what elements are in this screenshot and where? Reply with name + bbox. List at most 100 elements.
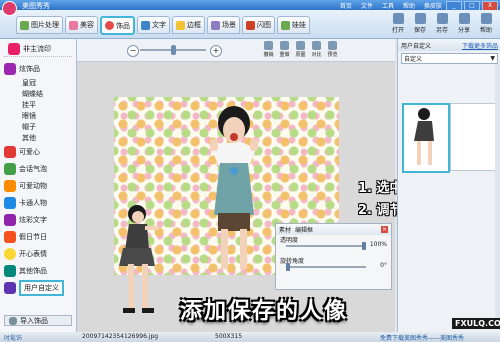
save-as-icon (436, 13, 448, 24)
edit-box-tab[interactable]: 编辑框 (295, 225, 313, 234)
rotation-slider[interactable] (286, 266, 366, 268)
image-icon (20, 20, 29, 30)
transparency-label: 透明度 (280, 237, 299, 244)
top-menu: 首页 文件 工具 帮助 换皮肤 (340, 1, 442, 10)
tab-accessories[interactable]: 饰品 (100, 16, 135, 35)
material-panel-tabs: 素材 编辑框 × (276, 224, 391, 235)
download-promo-link[interactable]: 免费下载美图秀秀——美图秀秀 (380, 333, 464, 342)
sidebar-sub-crown[interactable]: 皇冠 (0, 77, 76, 88)
compare-button[interactable]: 对比 (310, 41, 323, 58)
tab-scene[interactable]: 场景 (207, 16, 240, 34)
beauty-icon (69, 20, 78, 30)
share-button[interactable]: 分享 (456, 13, 472, 34)
file-tools: 打开 保存 另存 分享 帮助 (390, 13, 494, 34)
sidebar-sub-other[interactable]: 其他 (0, 132, 76, 143)
status-bar: 时髦饰 20097142354126996.jpg 500X315 免费下载美图… (0, 332, 500, 342)
open-button[interactable]: 打开 (390, 13, 406, 34)
zoom-slider-knob[interactable] (171, 45, 176, 55)
transparency-slider[interactable] (286, 245, 366, 247)
custom-category-value: 自定义 (404, 56, 423, 63)
sidebar-item-holiday[interactable]: 假日节日 (0, 228, 76, 245)
text-icon (141, 20, 150, 30)
save-as-button[interactable]: 另存 (434, 13, 450, 34)
zoom-in-button[interactable]: + (210, 45, 222, 57)
menu-home[interactable]: 首页 (340, 1, 352, 10)
zoom-out-button[interactable]: − (127, 45, 139, 57)
right-panel-title: 用户自定义 (401, 42, 432, 50)
sidebar-item-nonmainstream[interactable]: 非主流印 (4, 42, 72, 57)
sidebar-item-cool-accessories[interactable]: 炫饰品 (0, 60, 76, 77)
undo-button[interactable]: 撤销 (262, 41, 275, 58)
transparency-row: 透明度 100% (276, 235, 391, 250)
sidebar-sub-pendant[interactable]: 挂平 (0, 99, 76, 110)
heart-icon (4, 145, 16, 158)
rotation-row: 旋转角度 0° (276, 256, 391, 271)
download-more-link[interactable]: 下载更多饰品 (462, 41, 498, 50)
sidebar-item-cute-animal[interactable]: 可爱动物 (0, 177, 76, 194)
tab-image-processing[interactable]: 图片处理 (16, 16, 63, 34)
canvas-area: − + 撤销 重做 原图 对比 预览 素材 编辑框 × 透明度 100% 旋转角… (77, 39, 395, 332)
save-icon (414, 13, 426, 24)
title-bar: 美图秀秀 首页 文件 工具 帮助 换皮肤 _ □ X (0, 0, 500, 16)
original-button[interactable]: 原图 (294, 41, 307, 58)
tab-frame[interactable]: 边框 (172, 16, 205, 34)
redo-button[interactable]: 重做 (278, 41, 291, 58)
girl-photo (210, 106, 258, 269)
tab-bar: 图片处理 美容 饰品 文字 边框 场景 闪图 娃娃 (16, 16, 310, 35)
close-icon[interactable]: × (381, 226, 388, 233)
animal-icon (4, 179, 16, 192)
tab-text[interactable]: 文字 (137, 16, 170, 34)
sidebar-item-other-accessories[interactable]: 其他饰品 (0, 262, 76, 279)
transparency-slider-knob[interactable] (362, 242, 366, 250)
rotation-label: 旋转角度 (280, 258, 305, 265)
misc-icon (4, 264, 16, 277)
cartoon-icon (4, 196, 16, 209)
tab-doll[interactable]: 娃娃 (277, 16, 310, 34)
color-text-icon (4, 213, 16, 226)
selected-person-cutout[interactable] (115, 204, 161, 324)
smiley-icon (4, 247, 16, 260)
material-edit-panel: 素材 编辑框 × 透明度 100% 旋转角度 0° (275, 223, 392, 290)
site-watermark: FXULQ.COM (452, 318, 500, 329)
accessory-icon (4, 62, 16, 75)
help-icon (480, 13, 492, 24)
material-tab[interactable]: 素材 (279, 225, 291, 234)
sidebar-sub-hat[interactable]: 帽子 (0, 121, 76, 132)
sidebar-item-speech-bubble[interactable]: 会话气泡 (0, 160, 76, 177)
user-icon (4, 281, 16, 294)
edit-tools: 撤销 重做 原图 对比 预览 (262, 41, 339, 58)
sidebar-item-user-defined[interactable]: 用户自定义 (0, 279, 76, 296)
import-accessory-button[interactable]: 导入饰品 (4, 315, 72, 326)
sidebar-item-color-text[interactable]: 炫彩文字 (0, 211, 76, 228)
main-toolbar: 图片处理 美容 饰品 文字 边框 场景 闪图 娃娃 打开 保存 另存 分享 帮助 (0, 10, 500, 39)
menu-skin[interactable]: 换皮肤 (424, 1, 442, 10)
compare-icon (312, 41, 321, 50)
help-button[interactable]: 帮助 (478, 13, 494, 34)
sidebar-item-emoji[interactable]: 开心表情 (0, 245, 76, 262)
sidebar-item-cartoon[interactable]: 卡通人物 (0, 194, 76, 211)
transparency-value: 100% (369, 241, 387, 248)
right-panel-scrollbar[interactable] (495, 64, 500, 322)
accessory-category-sidebar: 非主流印 炫饰品 皇冠 蝴蝶结 挂平 眼镜 帽子 其他 可爱心 会话气泡 可爱动… (0, 39, 77, 332)
scene-icon (211, 20, 220, 30)
chevron-down-icon: ▼ (490, 55, 495, 62)
custom-category-select[interactable]: 自定义 ▼ (401, 53, 498, 64)
folder-icon (392, 13, 404, 24)
tab-flash[interactable]: 闪图 (242, 16, 275, 34)
sidebar-sub-glasses[interactable]: 眼镜 (0, 110, 76, 121)
custom-thumbnail-selected[interactable] (402, 103, 450, 173)
sidebar-sub-bow[interactable]: 蝴蝶结 (0, 88, 76, 99)
heart-icon (105, 21, 114, 30)
share-icon (458, 13, 470, 24)
menu-tools[interactable]: 工具 (382, 1, 394, 10)
menu-help[interactable]: 帮助 (403, 1, 415, 10)
preview-button[interactable]: 预览 (326, 41, 339, 58)
rotation-slider-knob[interactable] (286, 263, 290, 271)
frame-icon (176, 20, 185, 30)
menu-file[interactable]: 文件 (361, 1, 373, 10)
save-button[interactable]: 保存 (412, 13, 428, 34)
sidebar-item-cute-heart[interactable]: 可爱心 (0, 143, 76, 160)
redo-icon (280, 41, 289, 50)
custom-thumbnail-empty[interactable] (450, 103, 496, 171)
tab-beauty[interactable]: 美容 (65, 16, 98, 34)
